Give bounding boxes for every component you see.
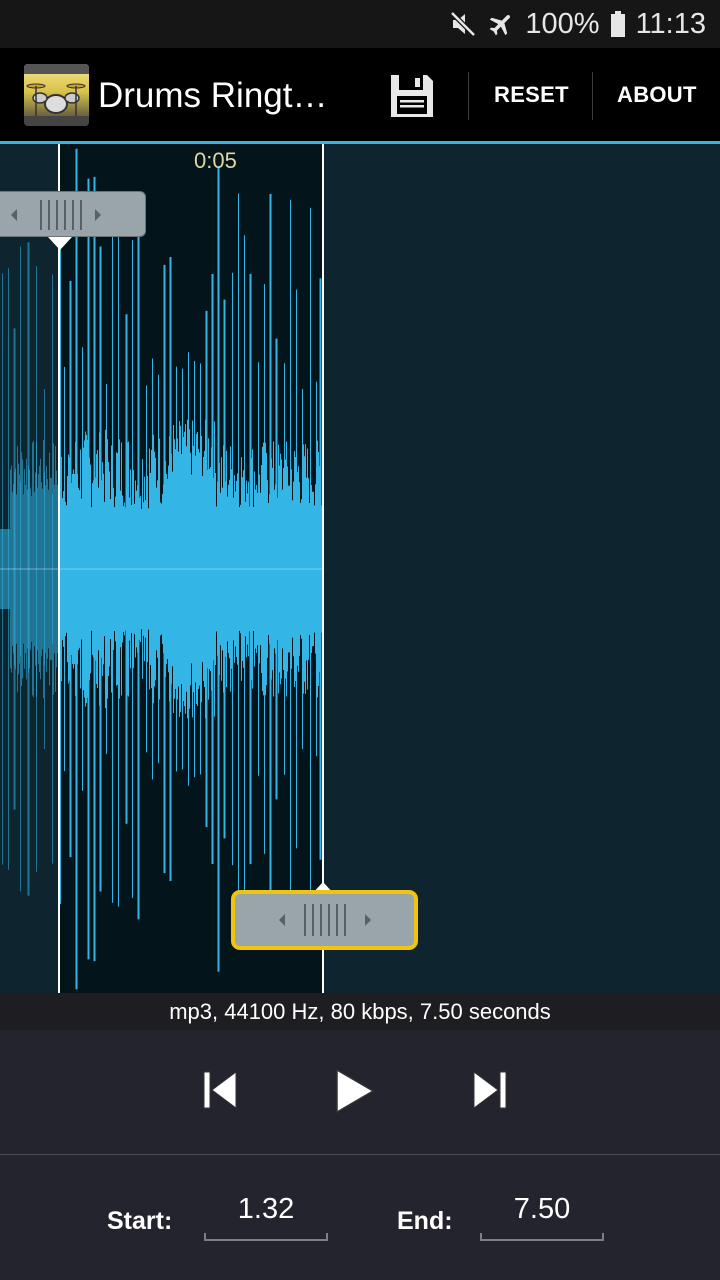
action-divider — [468, 72, 469, 120]
app-title: Drums Ringt… — [98, 76, 328, 115]
mute-icon — [450, 11, 477, 37]
end-label: End: — [397, 1207, 453, 1235]
end-marker-handle[interactable] — [231, 890, 418, 950]
battery-icon — [610, 11, 625, 37]
start-marker-handle[interactable] — [0, 191, 146, 237]
waveform-view[interactable]: 0:05 — [0, 144, 720, 993]
play-icon[interactable] — [334, 1068, 376, 1114]
start-label: Start: — [107, 1207, 173, 1235]
start-marker-line — [58, 144, 60, 993]
airplane-mode-icon — [490, 15, 511, 36]
end-marker-line — [322, 144, 324, 993]
skip-next-icon[interactable] — [472, 1068, 508, 1112]
app-drums-icon[interactable] — [24, 64, 89, 126]
start-time-input[interactable]: 1.32 — [204, 1193, 328, 1241]
clock: 11:13 — [635, 7, 706, 40]
start-field-wrap: 1.32 — [204, 1193, 328, 1241]
waveform — [0, 148, 322, 990]
file-info: mp3, 44100 Hz, 80 kbps, 7.50 seconds — [0, 993, 720, 1030]
skip-previous-icon[interactable] — [202, 1068, 238, 1112]
save-icon[interactable] — [388, 72, 436, 120]
action-bar: Drums Ringt… RESET ABOUT — [0, 48, 720, 141]
start-handle-pointer — [48, 237, 72, 250]
end-time-input[interactable]: 7.50 — [480, 1193, 604, 1241]
timecode-marker: 0:05 — [194, 148, 237, 173]
status-bar: 100% 11:13 — [0, 0, 720, 48]
end-field-wrap: 7.50 — [480, 1193, 604, 1241]
battery-percentage: 100% — [525, 7, 600, 40]
reset-button[interactable]: RESET — [494, 82, 569, 108]
playback-controls — [0, 1030, 720, 1154]
about-button[interactable]: ABOUT — [617, 82, 697, 108]
selection-times: Start: 1.32 End: 7.50 — [0, 1155, 720, 1280]
action-divider — [592, 72, 593, 120]
